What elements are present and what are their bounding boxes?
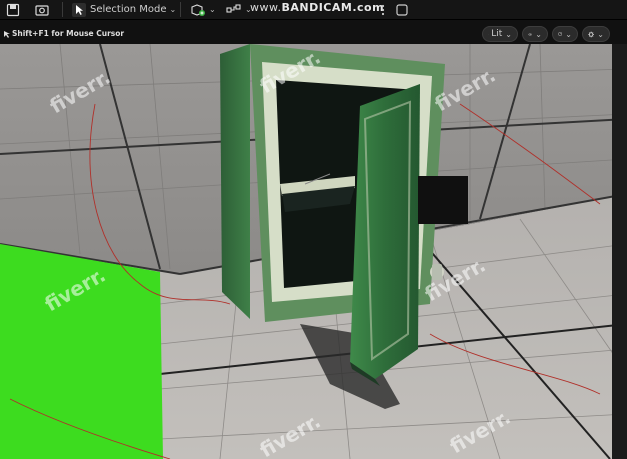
platforms-button[interactable] [395, 0, 409, 19]
blueprint-icon [226, 3, 241, 13]
toolbar-divider [62, 2, 63, 17]
eye-icon [528, 32, 533, 36]
watermark-prefix: www. [250, 1, 282, 14]
blueprint-button[interactable]: ⌄ [226, 0, 252, 19]
chevron-down-icon: ⌄ [597, 29, 604, 39]
selection-mode-label: Selection Mode [90, 4, 167, 15]
show-flags-button[interactable]: ⌄ [522, 26, 548, 42]
viewport-settings-button[interactable]: ⌄ [582, 26, 610, 42]
toolbar-divider [180, 2, 181, 17]
scene-render: fiverr. fiverr. fiverr. fiverr. fiverr. … [0, 44, 627, 459]
add-actor-icon [191, 3, 205, 16]
lit-label: Lit [491, 29, 503, 39]
editor-toolbar: Selection Mode ⌄ ⌄ ⌄ www.BANDICAM.com [0, 0, 627, 20]
chevron-down-icon: ⌄ [209, 5, 216, 14]
level-viewport[interactable]: fiverr. fiverr. fiverr. fiverr. fiverr. … [0, 44, 627, 459]
mouse-cursor-hint: Shift+F1 for Mouse Cursor [12, 29, 125, 38]
play-options-button[interactable] [377, 0, 389, 19]
content-browser-button[interactable] [35, 0, 51, 19]
transform-snap-button[interactable]: ⌄ [552, 26, 578, 42]
more-icon [381, 4, 385, 15]
view-mode-lit-button[interactable]: Lit ⌄ [482, 26, 518, 42]
chevron-down-icon: ⌄ [535, 29, 542, 39]
viewport-toolbar: Shift+F1 for Mouse Cursor Lit ⌄ ⌄ ⌄ ⌄ [0, 20, 627, 44]
save-button[interactable] [6, 0, 20, 19]
stop-icon [396, 3, 408, 16]
selection-mode-dropdown[interactable]: Selection Mode ⌄ [72, 0, 176, 19]
add-content-button[interactable]: ⌄ [190, 0, 216, 19]
save-icon [6, 3, 20, 16]
chevron-down-icon: ⌄ [565, 29, 572, 39]
snap-icon [558, 32, 563, 36]
bandicam-watermark: www.BANDICAM.com [250, 1, 384, 14]
chevron-down-icon: ⌄ [505, 29, 512, 39]
details-panel-edge [612, 44, 627, 459]
camera-icon [35, 4, 49, 16]
chevron-down-icon: ⌄ [169, 5, 177, 14]
gear-icon [588, 31, 595, 37]
selection-arrow-icon [72, 2, 86, 17]
watermark-brand: BANDICAM [281, 1, 353, 14]
viewport-options-icon[interactable] [3, 30, 11, 38]
